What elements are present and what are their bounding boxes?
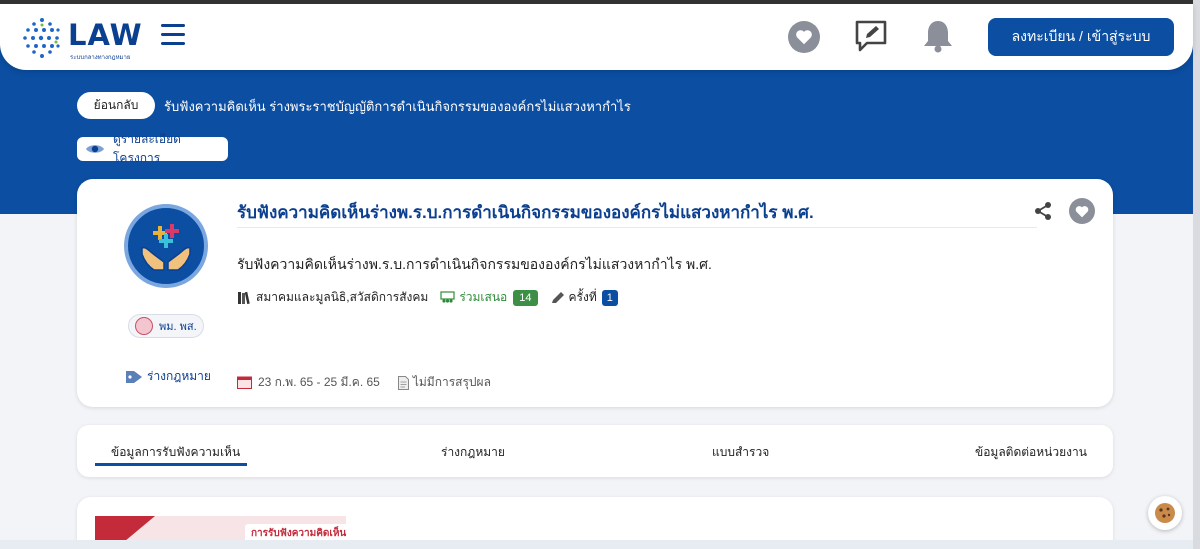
books-icon [238, 291, 250, 304]
pen-icon [551, 291, 564, 303]
cookie-icon [1155, 503, 1175, 523]
favorite-button[interactable] [1069, 198, 1095, 224]
project-details-button[interactable]: ดูรายละเอียดโครงการ [77, 132, 228, 165]
round-label: ครั้งที่ [568, 290, 597, 304]
favorites-button[interactable] [788, 21, 820, 53]
project-logo [124, 204, 208, 288]
content-tabs: ข้อมูลการรับฟังความเห็น ร่างกฎหมาย แบบสำ… [77, 425, 1113, 477]
tab-survey[interactable]: แบบสำรวจ [712, 443, 769, 462]
back-button[interactable]: ย้อนกลับ [77, 92, 155, 119]
bell-icon [924, 21, 952, 53]
helping-hands-icon [141, 224, 191, 271]
login-register-button[interactable]: ลงทะเบียน / เข้าสู่ระบบ [988, 18, 1174, 56]
scrollbar-track[interactable] [1193, 0, 1200, 549]
tab-draft-law[interactable]: ร่างกฎหมาย [441, 443, 505, 462]
project-card: พม. พส. ร่างกฎหมาย รับฟังความคิดเห็นร่าง… [77, 179, 1113, 407]
project-dates: 23 ก.พ. 65 - 25 มี.ค. 65 ไม่มีการสรุปผล [237, 373, 491, 392]
comment-edit-icon [855, 20, 887, 52]
tab-agency-contact[interactable]: ข้อมูลติดต่อหน่วยงาน [975, 443, 1087, 462]
title-divider [237, 227, 1037, 228]
tag-icon [126, 370, 142, 383]
document-icon [397, 375, 409, 390]
type-tag[interactable]: ร่างกฎหมาย [125, 367, 211, 386]
project-details-label: ดูรายละเอียดโครงการ [112, 132, 181, 165]
logo-dots-icon [23, 18, 60, 58]
comment-button[interactable] [853, 18, 889, 54]
page-title: รับฟังความคิดเห็น ร่างพระราชบัญญัติการดำ… [164, 99, 631, 114]
agency-name: สมาคมและมูลนิธิ,สวัสดิการสังคม [256, 290, 429, 304]
heart-icon [796, 30, 812, 45]
site-logo[interactable]: LAW ระบบกลางทางกฎหมาย [20, 14, 150, 62]
date-range: 23 ก.พ. 65 - 25 มี.ค. 65 [258, 375, 380, 389]
calendar-icon [237, 376, 252, 389]
bottom-edge [0, 540, 1193, 549]
participants-label: ร่วมเสนอ [459, 290, 508, 304]
logo-subtitle: ระบบกลางทางกฎหมาย [70, 54, 131, 61]
top-header: LAW ระบบกลางทางกฎหมาย ลงทะเบียน / เข้าสู… [0, 4, 1193, 70]
people-icon [440, 290, 455, 303]
project-title[interactable]: รับฟังความคิดเห็นร่างพ.ร.บ.การดำเนินกิจก… [237, 199, 814, 226]
logo-text: LAW [68, 18, 143, 52]
type-tag-label: ร่างกฎหมาย [147, 369, 211, 383]
round-number-badge: 1 [601, 289, 618, 306]
participants-count-badge: 14 [513, 289, 538, 306]
tab-consultation-info[interactable]: ข้อมูลการรับฟังความเห็น [111, 443, 240, 462]
summary-status: ไม่มีการสรุปผล [412, 375, 491, 389]
project-description: รับฟังความคิดเห็นร่างพ.ร.บ.การดำเนินกิจก… [237, 256, 712, 272]
hamburger-menu-icon[interactable] [161, 24, 185, 46]
organization-chip[interactable]: พม. พส. [128, 314, 204, 338]
cookie-settings-button[interactable] [1148, 496, 1182, 530]
organization-name: พม. พส. [159, 321, 197, 333]
share-icon[interactable] [1033, 201, 1053, 221]
eye-icon [85, 145, 104, 153]
organization-seal-icon [135, 317, 153, 335]
project-meta: สมาคมและมูลนิธิ,สวัสดิการสังคม ร่วมเสนอ … [237, 288, 618, 307]
heart-icon [1075, 205, 1089, 217]
active-tab-indicator [95, 463, 247, 466]
notifications-button[interactable] [921, 18, 955, 54]
